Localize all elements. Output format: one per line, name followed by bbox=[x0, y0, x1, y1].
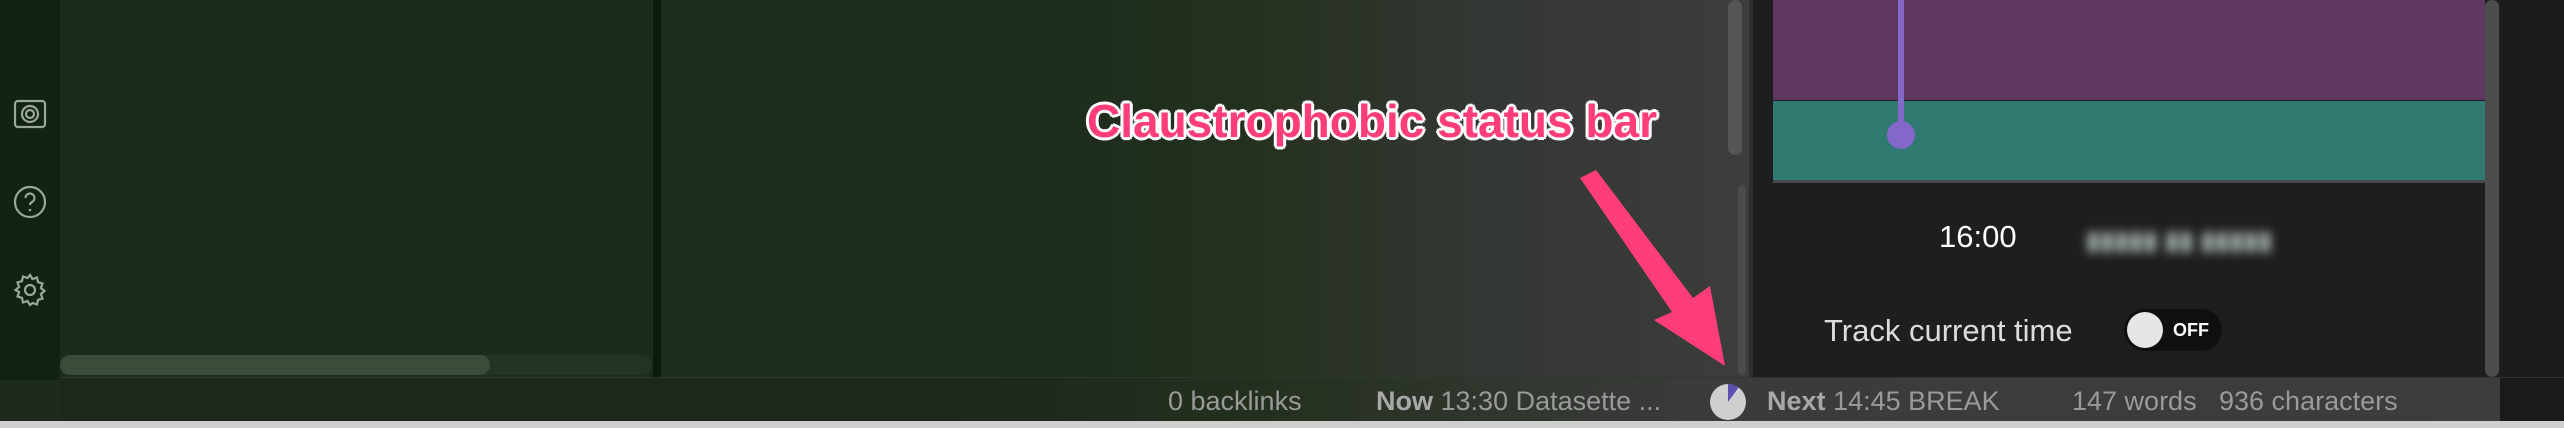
annotation-arrow-icon bbox=[1580, 170, 1725, 366]
day-planner-pane: 16:00 ▮▮▮▮▮ ▮▮ ▮▮▮▮▮ Track current time … bbox=[1749, 0, 2564, 377]
annotation-label: Claustrophobic status bar bbox=[1087, 95, 1657, 147]
next-event-status[interactable]: Next 14:45 BREAK bbox=[1767, 386, 2000, 417]
track-current-time-label: Track current time bbox=[1824, 313, 2073, 348]
editor-vertical-scrollbar[interactable] bbox=[1728, 0, 1742, 155]
right-pane-vertical-scrollbar[interactable] bbox=[2485, 0, 2499, 377]
now-label: Now bbox=[1376, 386, 1433, 416]
next-label: Next bbox=[1767, 386, 1826, 416]
event-time-label: 16:00 bbox=[1939, 219, 2017, 254]
help-icon[interactable] bbox=[12, 184, 48, 220]
calendar-event-block[interactable] bbox=[1773, 0, 2485, 100]
window-bottom-edge bbox=[0, 421, 2564, 428]
timeline-divider bbox=[1773, 180, 2485, 183]
backlinks-count[interactable]: 0 backlinks bbox=[1168, 386, 1302, 417]
calendar-timeline: 16:00 ▮▮▮▮▮ ▮▮ ▮▮▮▮▮ bbox=[1773, 0, 2487, 255]
track-current-time-toggle[interactable]: OFF bbox=[2124, 309, 2222, 351]
settings-gear-icon[interactable] bbox=[12, 272, 48, 308]
pane-divider[interactable] bbox=[653, 0, 661, 377]
left-ribbon bbox=[0, 0, 60, 380]
event-title-blurred: ▮▮▮▮▮ ▮▮ ▮▮▮▮▮ bbox=[2086, 225, 2273, 255]
calendar-event-block-current[interactable]: 16:00 ▮▮▮▮▮ ▮▮ ▮▮▮▮▮ bbox=[1773, 101, 2485, 255]
horizontal-scrollbar[interactable] bbox=[60, 355, 652, 375]
now-event-text: 13:30 Datasette ... bbox=[1440, 386, 1662, 416]
status-bar-right-edge bbox=[2500, 378, 2564, 422]
word-count[interactable]: 147 words bbox=[2072, 386, 2197, 417]
right-edge-panel bbox=[2501, 0, 2564, 377]
now-event-status[interactable]: Now 13:30 Datasette ... bbox=[1376, 386, 1661, 417]
progress-pie-icon[interactable] bbox=[1708, 382, 1748, 422]
toggle-knob bbox=[2127, 312, 2163, 348]
next-event-text: 14:45 BREAK bbox=[1833, 386, 2000, 416]
graph-view-icon[interactable] bbox=[12, 96, 48, 132]
current-time-line bbox=[1898, 0, 1904, 140]
current-time-marker bbox=[1887, 121, 1915, 149]
toggle-state-label: OFF bbox=[2173, 320, 2209, 340]
status-bar: 0 backlinks Now 13:30 Datasette ... Next… bbox=[60, 377, 2564, 422]
character-count[interactable]: 936 characters bbox=[2219, 386, 2398, 417]
horizontal-scrollbar-thumb[interactable] bbox=[60, 355, 490, 375]
file-explorer-pane bbox=[60, 0, 657, 377]
